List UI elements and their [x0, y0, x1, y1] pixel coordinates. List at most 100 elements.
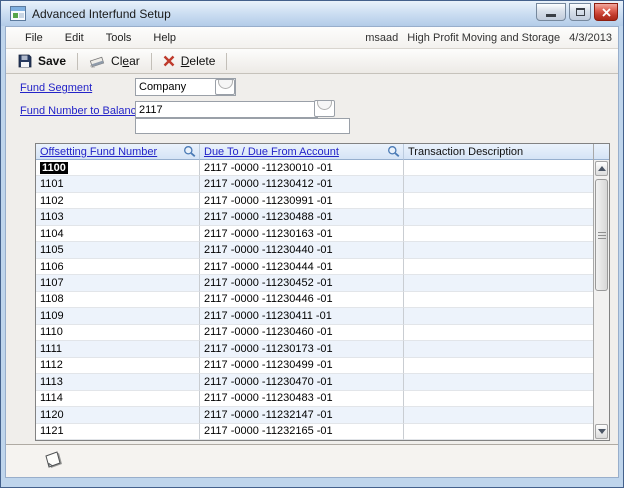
- cell-description[interactable]: [404, 226, 593, 242]
- cell-description[interactable]: [404, 209, 593, 225]
- note-icon[interactable]: [42, 451, 66, 473]
- menu-file[interactable]: File: [14, 29, 54, 47]
- cell-fund-number[interactable]: 1102: [36, 193, 200, 209]
- cell-description[interactable]: [404, 308, 593, 324]
- lookup-icon[interactable]: [387, 145, 400, 158]
- cell-description[interactable]: [404, 407, 593, 423]
- cell-fund-number[interactable]: 1114: [36, 391, 200, 407]
- cell-account[interactable]: 2117 -0000 -11230010 -01: [200, 160, 404, 176]
- save-button[interactable]: Save: [10, 52, 74, 70]
- title-bar[interactable]: Advanced Interfund Setup: [1, 1, 623, 26]
- thumb-grip: [598, 235, 606, 236]
- vertical-scrollbar[interactable]: [593, 144, 609, 440]
- cell-description[interactable]: [404, 424, 593, 440]
- cell-description[interactable]: [404, 275, 593, 291]
- cell-account[interactable]: 2117 -0000 -11230412 -01: [200, 176, 404, 192]
- cell-fund-number[interactable]: 1101: [36, 176, 200, 192]
- cell-account[interactable]: 2117 -0000 -11230488 -01: [200, 209, 404, 225]
- cell-fund-number[interactable]: 1105: [36, 242, 200, 258]
- fund-number-label[interactable]: Fund Number to Balance: [20, 105, 142, 117]
- cell-fund-number[interactable]: 1106: [36, 259, 200, 275]
- table-row[interactable]: 11122117 -0000 -11230499 -01: [36, 358, 593, 374]
- cell-account[interactable]: 2117 -0000 -11230452 -01: [200, 275, 404, 291]
- cell-description[interactable]: [404, 374, 593, 390]
- fund-number-field[interactable]: 2117: [135, 101, 318, 118]
- table-row[interactable]: 11112117 -0000 -11230173 -01: [36, 341, 593, 357]
- table-row[interactable]: 11202117 -0000 -11232147 -01: [36, 407, 593, 423]
- cell-fund-number[interactable]: 1104: [36, 226, 200, 242]
- cell-account[interactable]: 2117 -0000 -11230444 -01: [200, 259, 404, 275]
- menu-edit[interactable]: Edit: [54, 29, 95, 47]
- fund-segment-label[interactable]: Fund Segment: [20, 82, 92, 94]
- table-row[interactable]: 11092117 -0000 -11230411 -01: [36, 308, 593, 324]
- table-row[interactable]: 11022117 -0000 -11230991 -01: [36, 193, 593, 209]
- cell-fund-number[interactable]: 1110: [36, 325, 200, 341]
- cell-account[interactable]: 2117 -0000 -11230173 -01: [200, 341, 404, 357]
- table-row[interactable]: 11142117 -0000 -11230483 -01: [36, 391, 593, 407]
- interfund-grid: Offsetting Fund Number Due To / Due From…: [35, 143, 610, 441]
- cell-account[interactable]: 2117 -0000 -11230483 -01: [200, 391, 404, 407]
- cell-account[interactable]: 2117 -0000 -11230460 -01: [200, 325, 404, 341]
- cell-description[interactable]: [404, 193, 593, 209]
- cell-account[interactable]: 2117 -0000 -11230499 -01: [200, 358, 404, 374]
- table-row[interactable]: 11102117 -0000 -11230460 -01: [36, 325, 593, 341]
- cell-fund-number[interactable]: 1121: [36, 424, 200, 440]
- menu-help[interactable]: Help: [142, 29, 187, 47]
- cell-account[interactable]: 2117 -0000 -11230411 -01: [200, 308, 404, 324]
- cell-account[interactable]: 2117 -0000 -11230440 -01: [200, 242, 404, 258]
- cell-fund-number[interactable]: 1100: [36, 160, 200, 176]
- table-row[interactable]: 11082117 -0000 -11230446 -01: [36, 292, 593, 308]
- grid-header: Offsetting Fund Number Due To / Due From…: [36, 144, 609, 160]
- cell-account[interactable]: 2117 -0000 -11230163 -01: [200, 226, 404, 242]
- cell-description[interactable]: [404, 176, 593, 192]
- close-button[interactable]: [594, 3, 618, 21]
- header-due-to-from-account[interactable]: Due To / Due From Account: [200, 144, 404, 160]
- cell-description[interactable]: [404, 391, 593, 407]
- lookup-icon[interactable]: [183, 145, 196, 158]
- cell-fund-number[interactable]: 1107: [36, 275, 200, 291]
- cell-fund-number[interactable]: 1120: [36, 407, 200, 423]
- table-row[interactable]: 11062117 -0000 -11230444 -01: [36, 259, 593, 275]
- table-row[interactable]: 11032117 -0000 -11230488 -01: [36, 209, 593, 225]
- fund-description-field[interactable]: [135, 118, 350, 134]
- cell-account[interactable]: 2117 -0000 -11230991 -01: [200, 193, 404, 209]
- cell-account[interactable]: 2117 -0000 -11230470 -01: [200, 374, 404, 390]
- cell-description[interactable]: [404, 325, 593, 341]
- eraser-icon: [89, 55, 105, 68]
- cell-fund-number[interactable]: 1103: [36, 209, 200, 225]
- cell-description[interactable]: [404, 160, 593, 176]
- scroll-up-button[interactable]: [595, 161, 608, 176]
- cell-account[interactable]: 2117 -0000 -11232147 -01: [200, 407, 404, 423]
- fund-number-expansion-button[interactable]: [314, 100, 335, 117]
- cell-fund-number[interactable]: 1108: [36, 292, 200, 308]
- cell-description[interactable]: [404, 341, 593, 357]
- cell-description[interactable]: [404, 358, 593, 374]
- header-offsetting-fund-number[interactable]: Offsetting Fund Number: [36, 144, 200, 160]
- cell-fund-number[interactable]: 1111: [36, 341, 200, 357]
- table-row[interactable]: 11072117 -0000 -11230452 -01: [36, 275, 593, 291]
- table-row[interactable]: 11012117 -0000 -11230412 -01: [36, 176, 593, 192]
- cell-description[interactable]: [404, 242, 593, 258]
- table-row[interactable]: 11132117 -0000 -11230470 -01: [36, 374, 593, 390]
- cell-account[interactable]: 2117 -0000 -11232165 -01: [200, 424, 404, 440]
- status-user: msaad: [365, 32, 398, 44]
- cell-fund-number[interactable]: 1109: [36, 308, 200, 324]
- table-row[interactable]: 11042117 -0000 -11230163 -01: [36, 226, 593, 242]
- minimize-button[interactable]: [536, 3, 566, 21]
- scrollbar-thumb[interactable]: [595, 179, 608, 291]
- maximize-button[interactable]: [569, 3, 591, 21]
- table-row[interactable]: 11212117 -0000 -11232165 -01: [36, 424, 593, 440]
- fund-segment-expansion-button[interactable]: [215, 79, 235, 95]
- scroll-down-button[interactable]: [595, 424, 608, 439]
- scrollbar-track[interactable]: [594, 177, 609, 423]
- table-row[interactable]: 11002117 -0000 -11230010 -01: [36, 160, 593, 176]
- cell-description[interactable]: [404, 292, 593, 308]
- cell-description[interactable]: [404, 259, 593, 275]
- menu-tools[interactable]: Tools: [95, 29, 143, 47]
- cell-fund-number[interactable]: 1113: [36, 374, 200, 390]
- cell-account[interactable]: 2117 -0000 -11230446 -01: [200, 292, 404, 308]
- delete-button[interactable]: Delete: [155, 52, 224, 70]
- table-row[interactable]: 11052117 -0000 -11230440 -01: [36, 242, 593, 258]
- cell-fund-number[interactable]: 1112: [36, 358, 200, 374]
- clear-button[interactable]: Clear: [81, 52, 148, 70]
